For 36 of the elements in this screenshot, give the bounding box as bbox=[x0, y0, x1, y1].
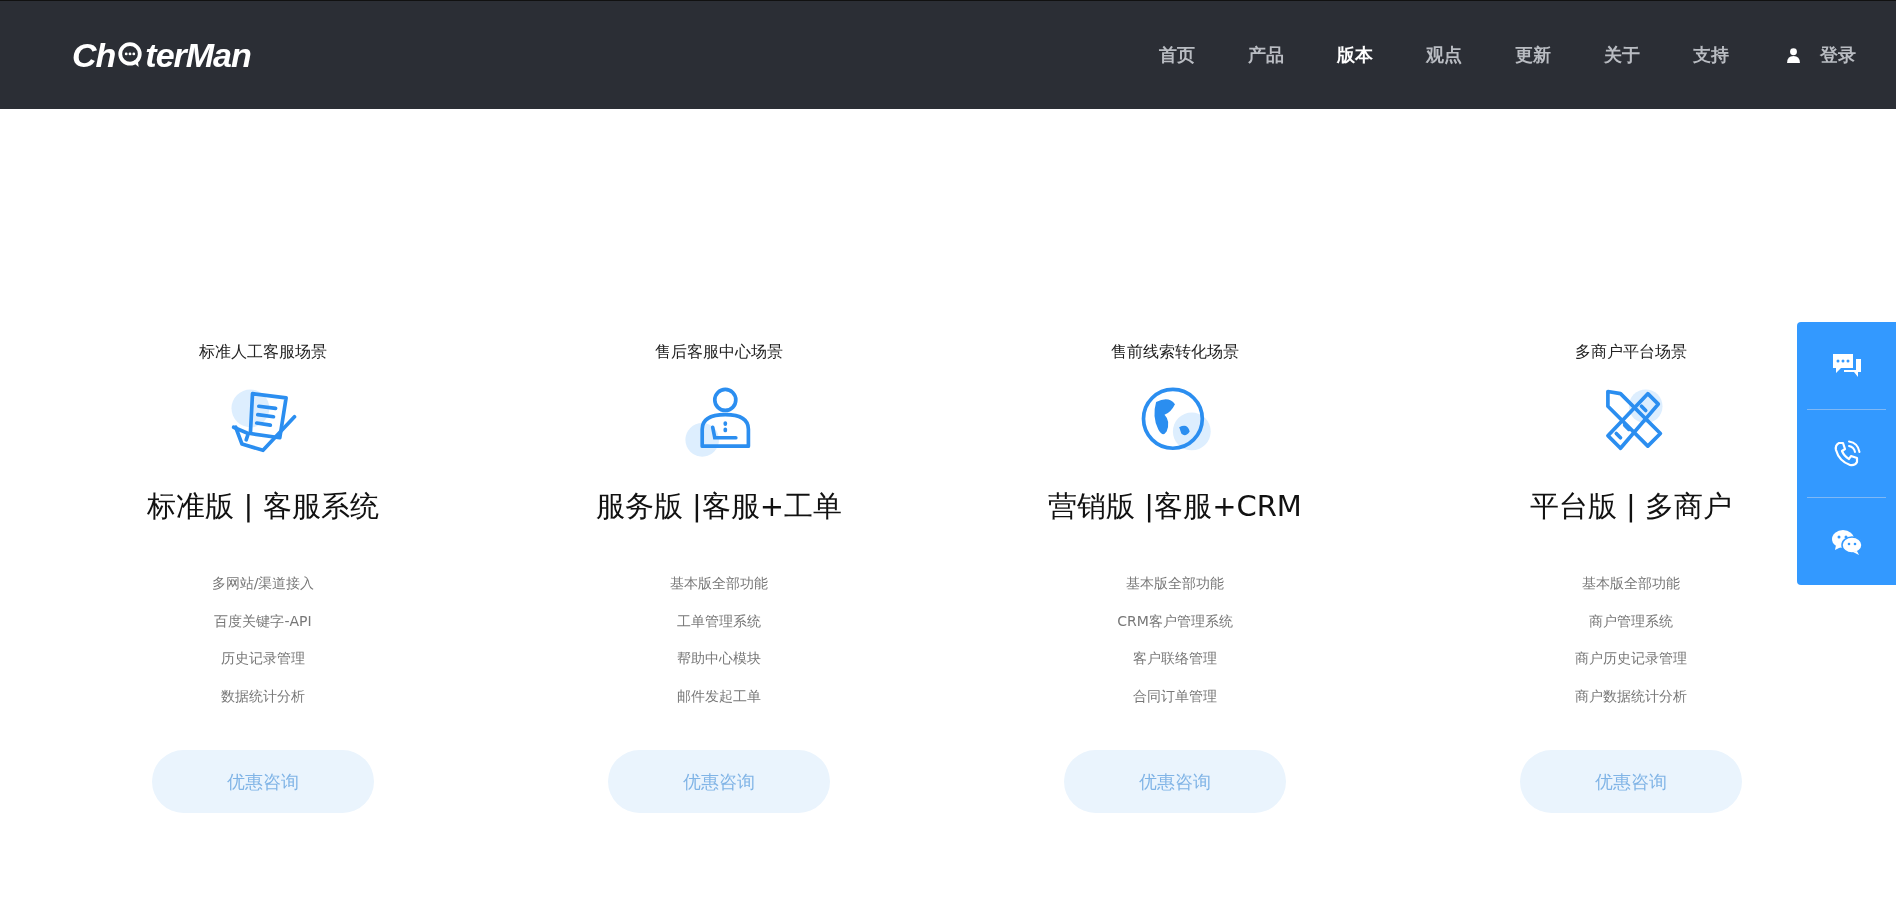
feature-item: 基本版全部功能 bbox=[1126, 575, 1224, 593]
scenario-label: 多商户平台场景 bbox=[1575, 342, 1687, 363]
nav-link[interactable]: 观点 bbox=[1426, 43, 1462, 67]
feature-item: 合同订单管理 bbox=[1133, 687, 1217, 706]
login-link[interactable]: 登录 bbox=[1820, 43, 1856, 67]
scenario-label: 标准人工客服场景 bbox=[199, 342, 327, 363]
chat-bubble-icon bbox=[117, 42, 144, 68]
nav-link[interactable]: 更新 bbox=[1515, 43, 1551, 67]
plan-title: 营销版 |客服+CRM bbox=[1048, 488, 1302, 525]
feature-item: 邮件发起工单 bbox=[677, 687, 761, 706]
feature-item: 数据统计分析 bbox=[221, 687, 305, 706]
feature-item: 百度关键字-API bbox=[214, 612, 312, 631]
plan-title: 服务版 |客服+工单 bbox=[595, 488, 843, 525]
feature-item: CRM客户管理系统 bbox=[1117, 612, 1233, 631]
feature-item: 工单管理系统 bbox=[677, 612, 761, 631]
feature-item: 基本版全部功能 bbox=[670, 575, 768, 593]
user-icon bbox=[1787, 47, 1800, 63]
plan-title: 标准版 | 客服系统 bbox=[147, 488, 379, 525]
nav-link[interactable]: 首页 bbox=[1159, 43, 1195, 67]
feature-item: 商户历史记录管理 bbox=[1575, 650, 1687, 668]
feature-item: 多网站/渠道接入 bbox=[211, 575, 315, 593]
plan-title: 平台版 | 多商户 bbox=[1529, 488, 1733, 525]
feature-item: 商户管理系统 bbox=[1589, 612, 1673, 631]
nav-link[interactable]: 产品 bbox=[1248, 43, 1284, 67]
feature-item: 基本版全部功能 bbox=[1582, 575, 1680, 593]
scenario-label: 售后客服中心场景 bbox=[655, 342, 783, 363]
feature-item: 客户联络管理 bbox=[1133, 650, 1217, 668]
nav-link[interactable]: 版本 bbox=[1337, 43, 1373, 67]
feature-item: 商户数据统计分析 bbox=[1575, 687, 1687, 706]
nav-link[interactable]: 关于 bbox=[1604, 43, 1640, 67]
nav-link[interactable]: 支持 bbox=[1693, 43, 1729, 67]
scenario-label: 售前线索转化场景 bbox=[1111, 342, 1239, 363]
wechat-icon[interactable] bbox=[1830, 527, 1863, 556]
feature-item: 历史记录管理 bbox=[221, 650, 305, 668]
feature-item: 帮助中心模块 bbox=[677, 650, 761, 668]
logo[interactable]: Ch terMan bbox=[72, 35, 251, 75]
